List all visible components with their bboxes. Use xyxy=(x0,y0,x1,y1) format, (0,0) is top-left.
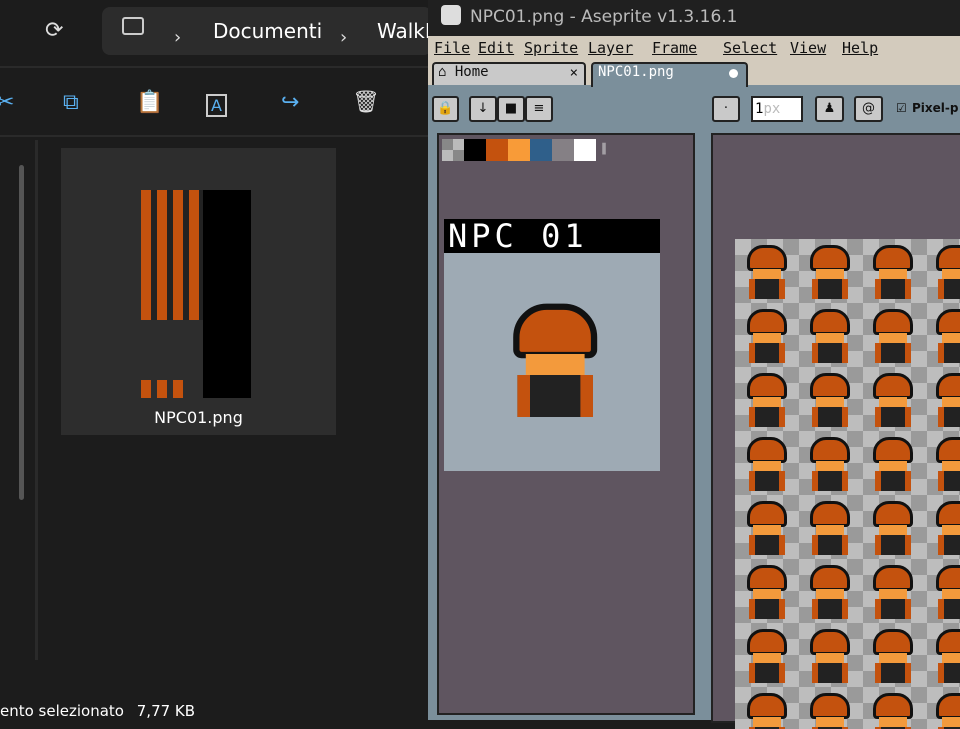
sprite-frame xyxy=(861,559,925,623)
menu-edit[interactable]: Edit xyxy=(478,39,514,57)
menu-select[interactable]: Select xyxy=(723,39,777,57)
menu-sprite[interactable]: Sprite xyxy=(524,39,578,57)
file-item[interactable]: NPC01.png xyxy=(61,148,336,435)
sprite-frame xyxy=(798,623,862,687)
menu-help[interactable]: Help xyxy=(842,39,878,57)
square-icon[interactable]: ■ xyxy=(497,96,525,122)
npc-sprite xyxy=(488,291,622,425)
modified-dot-icon xyxy=(729,69,738,78)
paste-icon[interactable]: 📋 xyxy=(136,90,163,115)
cut-icon[interactable]: ✂ xyxy=(0,90,14,115)
menu-lines-icon[interactable]: ≡ xyxy=(525,96,553,122)
sprite-frame xyxy=(861,431,925,495)
pixel-perfect-checkbox[interactable]: ☑ xyxy=(896,101,907,115)
sprite-frame xyxy=(735,303,799,367)
sprite-frame xyxy=(861,239,925,303)
file-name: NPC01.png xyxy=(154,408,243,427)
sprite-frame xyxy=(735,431,799,495)
palette-swatch[interactable] xyxy=(574,139,596,161)
ink-icon[interactable]: ♟ xyxy=(815,96,844,122)
sprite-frame xyxy=(924,623,960,687)
lock-icon[interactable]: 🔒 xyxy=(432,96,459,122)
sprite-frame xyxy=(735,367,799,431)
dynamics-icon[interactable]: @ xyxy=(854,96,883,122)
sprite-sheet xyxy=(735,239,960,729)
status-bar: ento selezionato 7,77 KB xyxy=(0,702,195,720)
sprite-frame xyxy=(735,495,799,559)
file-explorer: ⟳ › Documenti › WalkE ✂ ⧉ 📋 A ↪ 🗑 NPC01.… xyxy=(0,0,438,720)
sprite-frame xyxy=(735,623,799,687)
sprite-frame xyxy=(798,431,862,495)
breadcrumb-documenti[interactable]: Documenti xyxy=(213,19,322,43)
selection-size: 7,77 KB xyxy=(136,702,196,720)
this-pc-icon xyxy=(122,17,144,35)
sprite-frame xyxy=(798,559,862,623)
transparent-swatch[interactable] xyxy=(442,139,464,161)
palette-swatch[interactable] xyxy=(508,139,530,161)
aseprite-logo-icon xyxy=(441,5,461,25)
sprite-preview: NPC 01 xyxy=(444,219,660,471)
palette-swatch[interactable] xyxy=(530,139,552,161)
tab-home[interactable]: ⌂ Home × xyxy=(432,62,586,85)
menu-view[interactable]: View xyxy=(790,39,826,57)
menu-bar: File Edit Sprite Layer Frame Select View… xyxy=(428,36,960,60)
aseprite-window: NPC01.png - Aseprite v1.3.16.1 File Edit… xyxy=(428,0,960,729)
share-icon[interactable]: ↪ xyxy=(281,90,299,115)
selection-status: ento selezionato xyxy=(0,702,124,720)
sprite-frame xyxy=(924,239,960,303)
preview-banner: NPC 01 xyxy=(444,219,660,253)
sprite-frame xyxy=(924,303,960,367)
sprite-frame xyxy=(798,303,862,367)
chevron-right-icon: › xyxy=(340,27,348,48)
address-bar[interactable]: › Documenti › WalkE xyxy=(102,7,438,55)
home-icon: ⌂ xyxy=(438,64,447,80)
sprite-frame xyxy=(861,303,925,367)
sprite-frame xyxy=(798,367,862,431)
title-bar: NPC01.png - Aseprite v1.3.16.1 xyxy=(428,0,960,36)
sprite-frame xyxy=(798,495,862,559)
sprite-frame xyxy=(735,687,799,729)
refresh-icon[interactable]: ⟳ xyxy=(45,18,63,43)
sprite-frame xyxy=(861,687,925,729)
sprite-frame xyxy=(924,687,960,729)
menu-frame[interactable]: Frame xyxy=(652,39,697,57)
arrow-down-icon[interactable]: ↓ xyxy=(469,96,497,122)
sprite-frame xyxy=(861,367,925,431)
palette-options-icon[interactable]: ∥ xyxy=(601,141,607,155)
chevron-right-icon: › xyxy=(174,27,182,48)
palette-swatch[interactable] xyxy=(464,139,486,161)
sprite-frame xyxy=(861,623,925,687)
brush-type-button[interactable]: · xyxy=(712,96,740,122)
sprite-frame xyxy=(798,239,862,303)
window-title: NPC01.png - Aseprite v1.3.16.1 xyxy=(470,7,738,27)
sprite-frame xyxy=(924,431,960,495)
sprite-canvas[interactable] xyxy=(711,133,960,729)
delete-icon[interactable]: 🗑 xyxy=(352,90,380,115)
sprite-frame xyxy=(924,559,960,623)
menu-file[interactable]: File xyxy=(434,39,470,57)
palette-panel: ∥ NPC 01 xyxy=(437,133,695,715)
palette-swatch[interactable] xyxy=(552,139,574,161)
copy-icon[interactable]: ⧉ xyxy=(63,90,79,115)
sprite-frame xyxy=(924,367,960,431)
close-icon[interactable]: × xyxy=(570,65,578,81)
sprite-frame xyxy=(798,687,862,729)
rename-icon[interactable]: A xyxy=(206,94,227,117)
scrollbar[interactable] xyxy=(19,165,24,500)
pixel-perfect-label: Pixel-p xyxy=(912,101,959,115)
menu-layer[interactable]: Layer xyxy=(588,39,633,57)
sprite-frame xyxy=(735,559,799,623)
sprite-frame xyxy=(924,495,960,559)
brush-size-input[interactable]: 1px xyxy=(751,96,803,122)
tab-npc01[interactable]: NPC01.png xyxy=(591,62,748,87)
sprite-frame xyxy=(735,239,799,303)
sprite-frame xyxy=(861,495,925,559)
palette-swatch[interactable] xyxy=(486,139,508,161)
file-thumbnail xyxy=(141,190,203,320)
